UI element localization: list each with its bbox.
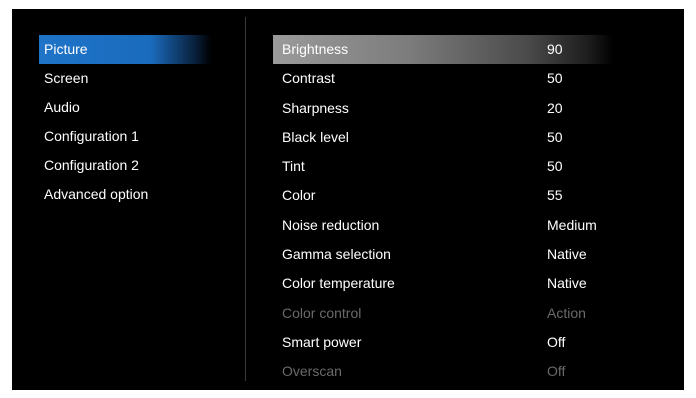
setting-row-color-control: Color control Action — [273, 299, 613, 328]
menu-item-configuration-2[interactable]: Configuration 2 — [39, 151, 211, 180]
setting-value: 50 — [547, 70, 563, 87]
setting-row-color[interactable]: Color 55 — [273, 181, 613, 210]
setting-value: Medium — [547, 216, 597, 233]
osd-menu: Picture Screen Audio Configuration 1 Con… — [12, 9, 684, 390]
setting-label: Color temperature — [282, 275, 395, 292]
setting-row-smart-power[interactable]: Smart power Off — [273, 328, 613, 357]
setting-label: Gamma selection — [282, 246, 391, 263]
menu-item-audio[interactable]: Audio — [39, 93, 211, 122]
setting-row-black-level[interactable]: Black level 50 — [273, 123, 613, 152]
setting-label: Contrast — [282, 70, 335, 87]
menu-item-screen[interactable]: Screen — [39, 64, 211, 93]
menu-item-advanced-option[interactable]: Advanced option — [39, 180, 211, 209]
setting-label: Noise reduction — [282, 216, 380, 233]
setting-value: 50 — [547, 158, 563, 175]
setting-value: Off — [547, 333, 566, 350]
setting-row-sharpness[interactable]: Sharpness 20 — [273, 94, 613, 123]
menu-divider — [245, 17, 246, 381]
setting-value: Off — [547, 363, 566, 380]
setting-label: Tint — [282, 158, 305, 175]
setting-row-brightness[interactable]: Brightness 90 — [273, 35, 613, 64]
setting-row-noise-reduction[interactable]: Noise reduction Medium — [273, 211, 613, 240]
setting-label: Color — [282, 187, 316, 204]
setting-row-contrast[interactable]: Contrast 50 — [273, 64, 613, 93]
setting-value: 20 — [547, 99, 563, 116]
menu-item-configuration-1[interactable]: Configuration 1 — [39, 122, 211, 151]
setting-value: Native — [547, 275, 587, 292]
setting-value: 90 — [547, 41, 563, 57]
setting-value: Action — [547, 304, 586, 321]
setting-row-gamma-selection[interactable]: Gamma selection Native — [273, 240, 613, 269]
setting-value: Native — [547, 246, 587, 263]
setting-label: Color control — [282, 304, 362, 321]
setting-label: Smart power — [282, 333, 362, 350]
setting-row-overscan: Overscan Off — [273, 357, 613, 386]
menu-item-picture[interactable]: Picture — [39, 35, 211, 64]
setting-row-color-temperature[interactable]: Color temperature Native — [273, 269, 613, 298]
setting-label: Sharpness — [282, 99, 349, 116]
setting-value: 50 — [547, 128, 563, 145]
category-menu: Picture Screen Audio Configuration 1 Con… — [39, 35, 211, 209]
setting-row-tint[interactable]: Tint 50 — [273, 152, 613, 181]
setting-label: Overscan — [282, 363, 342, 380]
setting-label: Black level — [282, 128, 349, 145]
picture-settings-list: Brightness 90 Contrast 50 Sharpness 20 B… — [273, 35, 613, 387]
setting-value: 55 — [547, 187, 563, 204]
setting-label: Brightness — [282, 41, 349, 57]
